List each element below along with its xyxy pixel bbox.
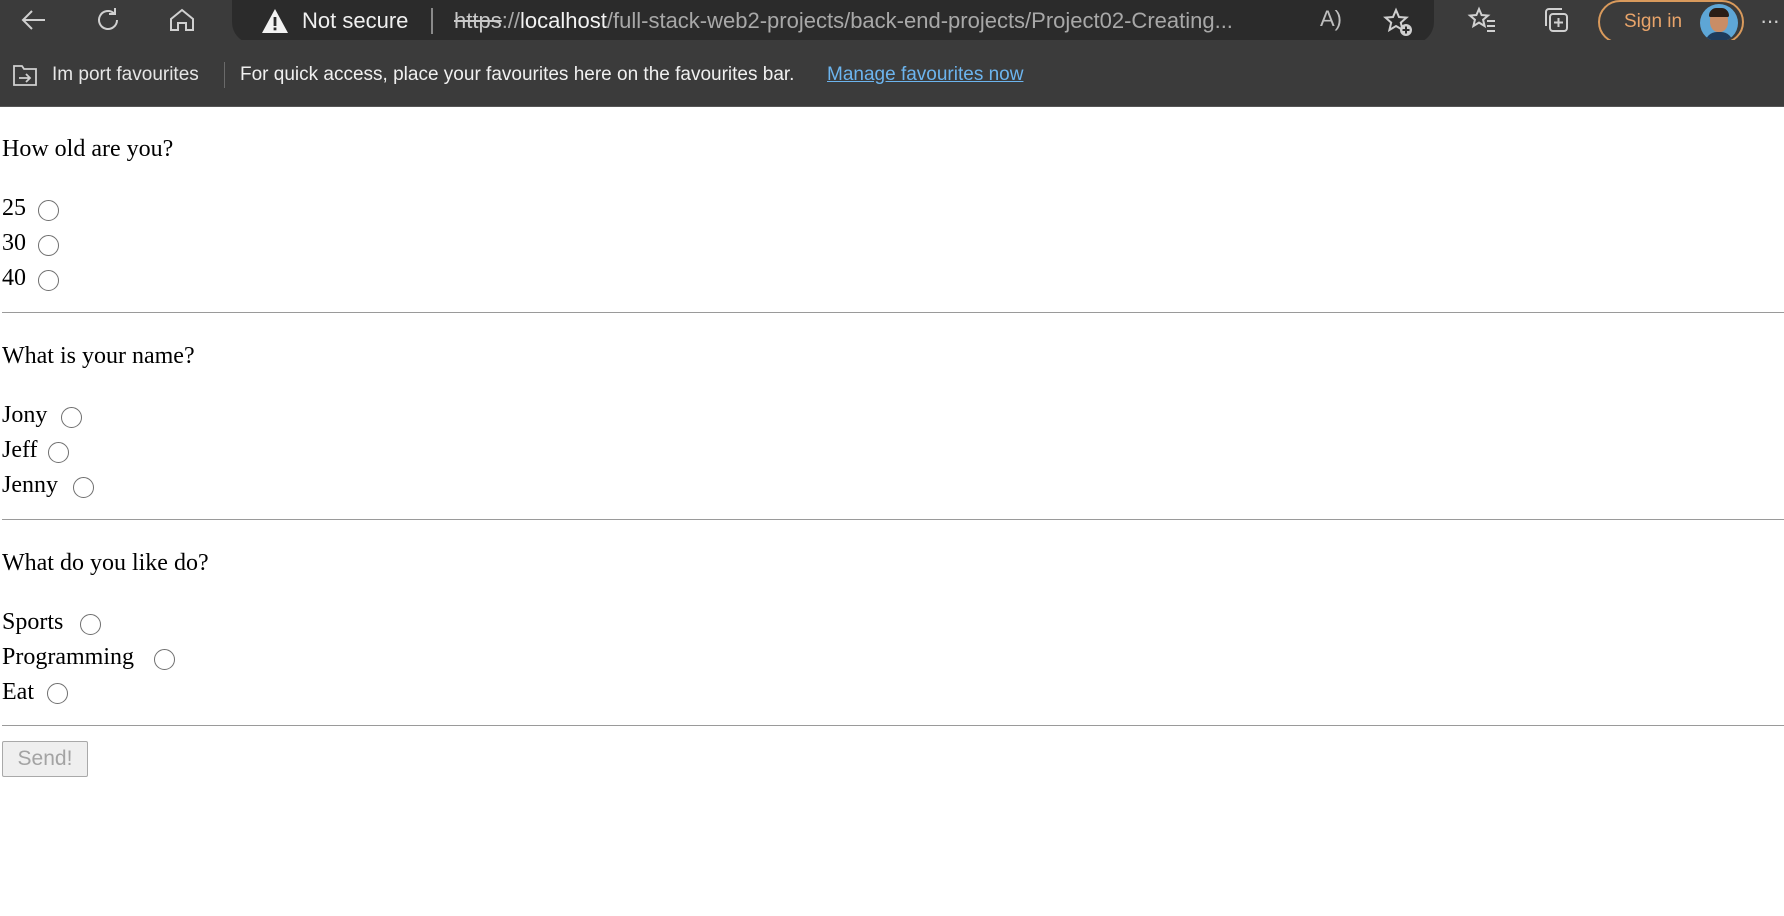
read-aloud-icon[interactable]: A) (1320, 6, 1342, 32)
radio-name-jony[interactable] (61, 407, 82, 428)
option-label-30: 30 (2, 230, 26, 256)
home-icon[interactable] (166, 4, 198, 36)
option-label-25: 25 (2, 195, 26, 221)
url-scheme-separator: :// (501, 8, 521, 33)
favbar-separator (224, 62, 225, 88)
option-label-sports: Sports (2, 609, 64, 635)
browser-toolbar: Not secure https://localhost/full-stack-… (0, 0, 1784, 44)
radio-age-25[interactable] (38, 200, 59, 221)
radio-name-jenny[interactable] (73, 477, 94, 498)
radio-age-40[interactable] (38, 270, 59, 291)
radio-hobby-sports[interactable] (80, 614, 101, 635)
option-label-eat: Eat (2, 679, 34, 705)
refresh-icon[interactable] (92, 4, 124, 36)
option-label-programming: Programming (2, 644, 134, 670)
radio-age-30[interactable] (38, 235, 59, 256)
send-button[interactable]: Send! (2, 741, 88, 777)
radio-hobby-eat[interactable] (47, 683, 68, 704)
divider (2, 312, 1784, 313)
url-text[interactable]: https://localhost/full-stack-web2-projec… (454, 8, 1233, 34)
radio-hobby-programming[interactable] (154, 649, 175, 670)
address-bar[interactable]: Not secure https://localhost/full-stack-… (232, 0, 1434, 44)
warning-icon (262, 9, 288, 33)
radio-name-jeff[interactable] (48, 442, 69, 463)
question-name: What is your name? (2, 343, 195, 369)
import-favourites-icon[interactable] (10, 61, 40, 89)
favourites-bar: Im port favourites For quick access, pla… (0, 40, 1784, 107)
add-favourite-icon[interactable] (1382, 6, 1414, 38)
option-label-jeff: Jeff (2, 437, 38, 463)
option-label-40: 40 (2, 265, 26, 291)
question-age: How old are you? (2, 136, 174, 162)
favourites-icon[interactable] (1466, 4, 1498, 36)
option-label-jenny: Jenny (2, 472, 58, 498)
sign-in-label: Sign in (1624, 11, 1683, 32)
divider (2, 725, 1784, 726)
divider (2, 519, 1784, 520)
manage-favourites-link[interactable]: Manage favourites now (827, 64, 1023, 86)
url-host: localhost (520, 8, 607, 33)
back-icon[interactable] (18, 4, 50, 36)
url-scheme: https (454, 8, 502, 33)
avatar (1700, 4, 1738, 42)
avatar-hair (1709, 8, 1729, 17)
question-hobby: What do you like do? (2, 550, 209, 576)
security-status[interactable]: Not secure (302, 8, 408, 34)
sign-in-button[interactable]: Sign in (1598, 0, 1744, 44)
more-icon[interactable]: ··· (1760, 8, 1780, 34)
option-label-jony: Jony (2, 402, 48, 428)
collections-icon[interactable] (1540, 4, 1572, 36)
survey-form: How old are you? 25 30 40 What is your n… (0, 108, 1784, 916)
import-favourites-button[interactable]: Im port favourites (52, 64, 199, 86)
url-path: /full-stack-web2-projects/back-end-proje… (606, 8, 1233, 33)
favbar-hint: For quick access, place your favourites … (240, 64, 795, 85)
address-separator (431, 8, 433, 34)
